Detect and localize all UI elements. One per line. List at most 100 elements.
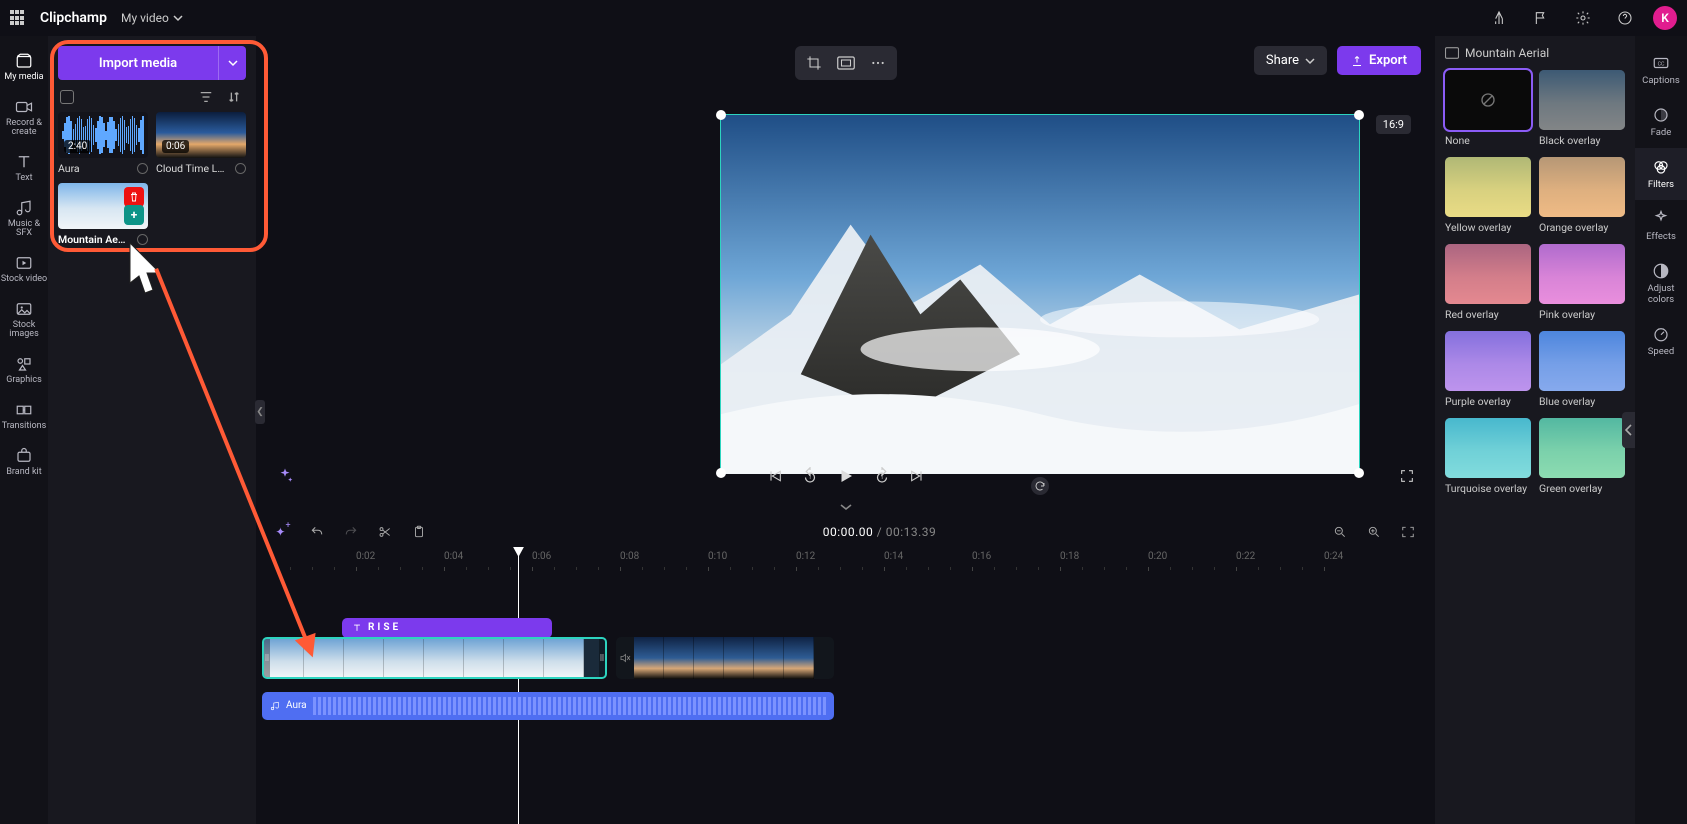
apps-icon[interactable]	[10, 10, 26, 26]
nav-music-sfx[interactable]: Music & SFX	[0, 191, 48, 246]
nav-stock-images[interactable]: Stock images	[0, 292, 48, 347]
crop-icon[interactable]	[803, 52, 825, 74]
filter-purple-overlay[interactable]: Purple overlay	[1445, 331, 1531, 408]
settings-icon[interactable]	[1569, 4, 1597, 32]
media-item-0[interactable]: 2:40Aura	[58, 112, 148, 175]
fit-icon[interactable]	[835, 52, 857, 74]
filter-green-overlay[interactable]: Green overlay	[1539, 418, 1625, 495]
audio-waveform	[313, 697, 826, 715]
media-panel: Import media 2:40Aura0:06Cloud Time L…+A…	[48, 36, 256, 824]
chevron-down-icon	[173, 13, 183, 23]
mountain-image	[721, 115, 1359, 474]
filter-icon[interactable]	[196, 90, 216, 104]
media-panel-tools	[60, 90, 244, 104]
collapse-timeline-icon[interactable]	[839, 502, 853, 512]
import-media-button[interactable]: Import media	[58, 46, 246, 80]
filter-red-overlay[interactable]: Red overlay	[1445, 244, 1531, 321]
aspect-ratio-badge[interactable]: 16:9	[1376, 115, 1411, 134]
music-note-icon	[270, 701, 280, 711]
filter-yellow-overlay[interactable]: Yellow overlay	[1445, 157, 1531, 234]
media-item-1[interactable]: 0:06Cloud Time L…	[156, 112, 246, 175]
rail-filters[interactable]: Filters	[1635, 148, 1687, 200]
stage: Share Export	[256, 36, 1435, 824]
import-caret[interactable]	[218, 46, 246, 80]
filter-black-overlay[interactable]: Black overlay	[1539, 70, 1625, 147]
clip-trim-right[interactable]: ||	[599, 639, 605, 677]
resize-handle-tl[interactable]	[716, 110, 726, 120]
clipboard-icon[interactable]	[410, 525, 428, 539]
rail-adjust[interactable]: Adjust colors	[1635, 252, 1687, 315]
media-grid: 2:40Aura0:06Cloud Time L…+Add to timelin…	[58, 112, 246, 246]
tracks: RISE || ||	[256, 607, 1435, 721]
timeline[interactable]: 0:020:040:060:080:100:120:140:160:180:20…	[256, 547, 1435, 824]
delete-media-icon[interactable]	[124, 187, 144, 207]
fullscreen-icon[interactable]	[1399, 468, 1415, 484]
timecode: 00:00.00 / 00:13.39	[444, 525, 1315, 539]
skip-fwd-icon[interactable]	[909, 468, 925, 484]
help-icon[interactable]	[1611, 4, 1639, 32]
fwd-1s-icon[interactable]: 1	[873, 467, 891, 485]
preview-canvas[interactable]: 16:9	[720, 114, 1360, 474]
filter-orange-overlay[interactable]: Orange overlay	[1539, 157, 1625, 234]
media-item-2[interactable]: +Add to timelineMountain Ae…	[58, 183, 148, 246]
upgrade-icon[interactable]	[1485, 4, 1513, 32]
filter-turquoise-overlay[interactable]: Turquoise overlay	[1445, 418, 1531, 495]
nav-graphics[interactable]: Graphics	[0, 347, 48, 393]
svg-text:CC: CC	[1658, 61, 1665, 67]
zoom-out-icon[interactable]	[1331, 525, 1349, 539]
right-rail: CCCaptionsFadeFiltersEffectsAdjust color…	[1635, 36, 1687, 824]
svg-text:1: 1	[808, 475, 811, 481]
filter-blue-overlay[interactable]: Blue overlay	[1539, 331, 1625, 408]
zoom-fit-icon[interactable]	[1399, 525, 1417, 539]
clip-trim-left[interactable]: ||	[264, 639, 270, 677]
panel-split-handle[interactable]: ❮	[255, 400, 265, 424]
left-nav: My mediaRecord & createTextMusic & SFXSt…	[0, 36, 48, 824]
redo-icon[interactable]	[342, 525, 360, 539]
nav-record-create[interactable]: Record & create	[0, 90, 48, 145]
nav-text[interactable]: Text	[0, 145, 48, 191]
scissors-icon[interactable]	[376, 525, 394, 539]
play-icon[interactable]	[837, 467, 855, 485]
text-clip[interactable]: RISE	[342, 618, 552, 638]
document-title[interactable]: My video	[121, 11, 183, 25]
svg-text:1: 1	[880, 475, 883, 481]
nav-stock-video[interactable]: Stock video	[0, 246, 48, 292]
rail-captions[interactable]: CCCaptions	[1635, 44, 1687, 96]
resize-handle-tr[interactable]	[1354, 110, 1364, 120]
nav-my-media[interactable]: My media	[0, 44, 48, 90]
avatar[interactable]: K	[1653, 6, 1677, 30]
selected-clip-title: Mountain Aerial	[1445, 46, 1625, 60]
skip-back-icon[interactable]	[767, 468, 783, 484]
filter-pink-overlay[interactable]: Pink overlay	[1539, 244, 1625, 321]
text-icon	[352, 623, 362, 633]
audio-clip[interactable]: Aura	[262, 692, 834, 720]
timeline-toolbar: ✦+ 00:00.00 / 00:13.39	[256, 517, 1435, 547]
timeline-ruler[interactable]: 0:020:040:060:080:100:120:140:160:180:20…	[256, 547, 1435, 571]
export-button[interactable]: Export	[1337, 46, 1421, 75]
brand: Clipchamp	[40, 10, 107, 26]
rail-effects[interactable]: Effects	[1635, 200, 1687, 252]
panel-expand-icon[interactable]	[1622, 412, 1635, 448]
back-1s-icon[interactable]: 1	[801, 467, 819, 485]
mute-icon[interactable]	[616, 637, 634, 679]
share-button[interactable]: Share	[1254, 46, 1327, 75]
ai-sparkle-icon[interactable]	[276, 467, 294, 485]
more-icon[interactable]	[867, 52, 889, 74]
sort-icon[interactable]	[224, 90, 244, 104]
rail-speed[interactable]: Speed	[1635, 315, 1687, 367]
nav-brand-kit[interactable]: Brand kit	[0, 439, 48, 485]
select-all-checkbox[interactable]	[60, 90, 74, 104]
add-to-timeline-icon[interactable]: +Add to timeline	[124, 205, 144, 225]
nav-transitions[interactable]: Transitions	[0, 393, 48, 439]
clip-icon	[1445, 47, 1459, 59]
zoom-in-icon[interactable]	[1365, 525, 1383, 539]
rail-fade[interactable]: Fade	[1635, 96, 1687, 148]
import-media-label: Import media	[58, 56, 218, 71]
upload-icon	[1351, 55, 1363, 67]
undo-icon[interactable]	[308, 525, 326, 539]
ai-add-icon[interactable]: ✦+	[274, 525, 292, 539]
playbar: 1 1	[256, 467, 1435, 485]
flag-icon[interactable]	[1527, 4, 1555, 32]
filter-none[interactable]: None	[1445, 70, 1531, 147]
video-clip-2[interactable]	[616, 637, 834, 679]
